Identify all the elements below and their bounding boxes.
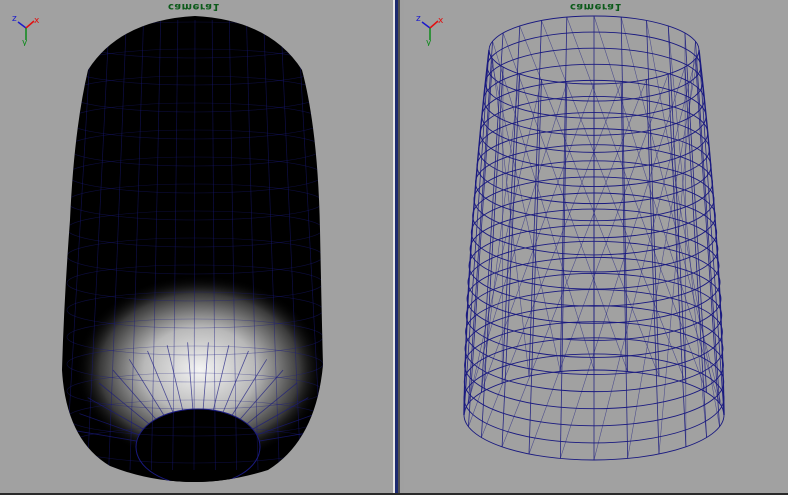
viewport-divider[interactable] [392, 0, 404, 495]
viewport-right[interactable]: camera1 z x y [404, 0, 788, 495]
viewport-left[interactable]: camera1 z x y [0, 0, 392, 495]
shaded-cylinder-mesh [62, 16, 323, 482]
wireframe-cylinder-mesh [463, 15, 725, 461]
